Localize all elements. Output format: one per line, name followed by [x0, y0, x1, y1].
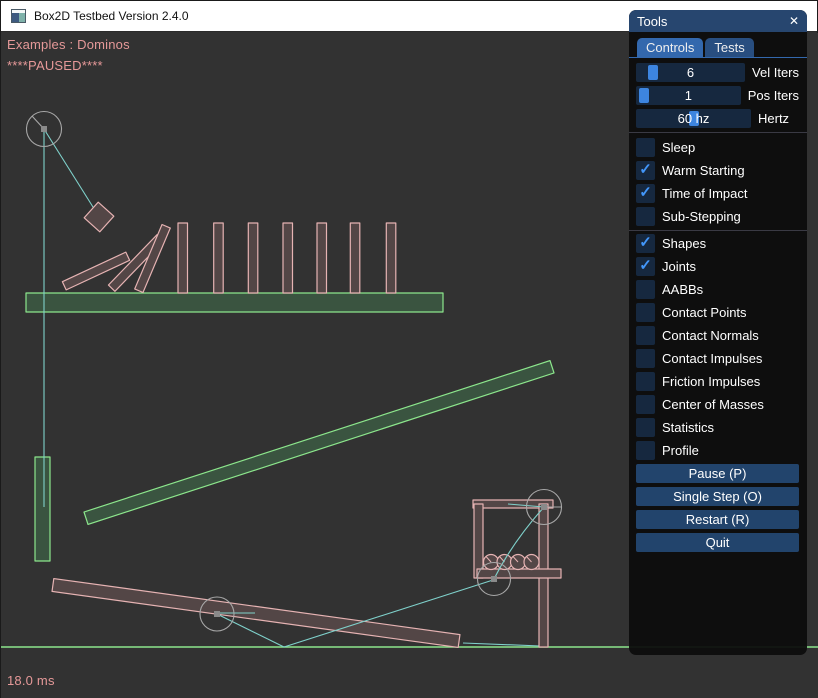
seesaw-plank[interactable]	[52, 579, 460, 648]
checkbox-box[interactable]	[636, 418, 655, 437]
joint-line	[44, 129, 98, 215]
checkbox-box[interactable]: ✓	[636, 257, 655, 276]
checkbox-box[interactable]: ✓	[636, 234, 655, 253]
pendulum-box[interactable]	[84, 202, 114, 232]
checkbox-box[interactable]	[636, 280, 655, 299]
single-step-button[interactable]: Single Step (O)	[636, 487, 799, 506]
static-post	[35, 457, 50, 561]
checkbox-box[interactable]	[636, 326, 655, 345]
app-window: Box2D Testbed Version 2.4.0 − ✕	[0, 0, 818, 698]
pos-iters-slider[interactable]: 1	[636, 86, 741, 105]
tools-panel-header[interactable]: Tools ✕	[629, 10, 807, 32]
checkbox-box[interactable]	[636, 349, 655, 368]
tab-controls[interactable]: Controls	[637, 38, 703, 57]
tools-panel: Tools ✕ Controls Tests 6 Vel Iters 1 P	[629, 10, 807, 655]
slider-label: Pos Iters	[748, 88, 799, 103]
checkbox-shapes[interactable]: ✓ Shapes	[636, 234, 799, 253]
app-icon	[11, 9, 26, 23]
checkbox-contact-normals[interactable]: Contact Normals	[636, 326, 799, 345]
slider-row-pos-iters: 1 Pos Iters	[636, 86, 799, 105]
checkbox-center-of-masses[interactable]: Center of Masses	[636, 395, 799, 414]
checkbox-box[interactable]	[636, 207, 655, 226]
checkbox-statistics[interactable]: Statistics	[636, 418, 799, 437]
domino[interactable]	[248, 223, 257, 293]
domino[interactable]	[283, 223, 293, 293]
checkbox-joints[interactable]: ✓ Joints	[636, 257, 799, 276]
slider-label: Vel Iters	[752, 65, 799, 80]
domino[interactable]	[214, 223, 224, 293]
checkbox-contact-impulses[interactable]: Contact Impulses	[636, 349, 799, 368]
separator	[629, 230, 807, 231]
panel-close-icon[interactable]: ✕	[789, 14, 799, 28]
body-origin-marker	[41, 126, 47, 132]
frame-left-post[interactable]	[474, 504, 483, 578]
checkbox-box[interactable]	[636, 303, 655, 322]
hertz-slider[interactable]: 60 hz	[636, 109, 751, 128]
tab-tests[interactable]: Tests	[705, 38, 753, 57]
checkbox-profile[interactable]: Profile	[636, 441, 799, 460]
checkbox-contact-points[interactable]: Contact Points	[636, 303, 799, 322]
checkbox-box[interactable]: ✓	[636, 184, 655, 203]
vel-iters-slider[interactable]: 6	[636, 63, 745, 82]
domino[interactable]	[317, 223, 327, 293]
checkbox-box[interactable]	[636, 441, 655, 460]
frame-time-label: 18.0 ms	[7, 673, 55, 688]
checkbox-box[interactable]	[636, 372, 655, 391]
checkbox-box[interactable]	[636, 395, 655, 414]
checkbox-aabbs[interactable]: AABBs	[636, 280, 799, 299]
domino[interactable]	[178, 223, 188, 293]
panel-title: Tools	[637, 14, 667, 29]
checkbox-friction-impulses[interactable]: Friction Impulses	[636, 372, 799, 391]
window-title: Box2D Testbed Version 2.4.0	[34, 9, 189, 23]
quit-button[interactable]: Quit	[636, 533, 799, 552]
domino-platform	[26, 293, 443, 312]
checkbox-warm-starting[interactable]: ✓ Warm Starting	[636, 161, 799, 180]
domino[interactable]	[386, 223, 396, 293]
checkbox-box[interactable]: ✓	[636, 161, 655, 180]
frame-shelf[interactable]	[477, 569, 561, 578]
slider-row-vel-iters: 6 Vel Iters	[636, 63, 799, 82]
pause-button[interactable]: Pause (P)	[636, 464, 799, 483]
body-origin-marker	[491, 576, 497, 582]
restart-button[interactable]: Restart (R)	[636, 510, 799, 529]
separator	[629, 132, 807, 133]
body-origin-marker	[541, 504, 547, 510]
checkbox-sub-stepping[interactable]: Sub-Stepping	[636, 207, 799, 226]
checkbox-time-of-impact[interactable]: ✓ Time of Impact	[636, 184, 799, 203]
slider-row-hertz: 60 hz Hertz	[636, 109, 799, 128]
domino[interactable]	[350, 223, 360, 293]
slider-label: Hertz	[758, 111, 789, 126]
paused-label: ****PAUSED****	[7, 58, 103, 73]
body-origin-marker	[214, 611, 220, 617]
tab-bar: Controls Tests	[629, 32, 807, 58]
example-label: Examples : Dominos	[7, 37, 130, 52]
joint-line	[463, 643, 541, 646]
checkbox-sleep[interactable]: Sleep	[636, 138, 799, 157]
checkbox-box[interactable]	[636, 138, 655, 157]
ball-group[interactable]	[484, 555, 540, 570]
